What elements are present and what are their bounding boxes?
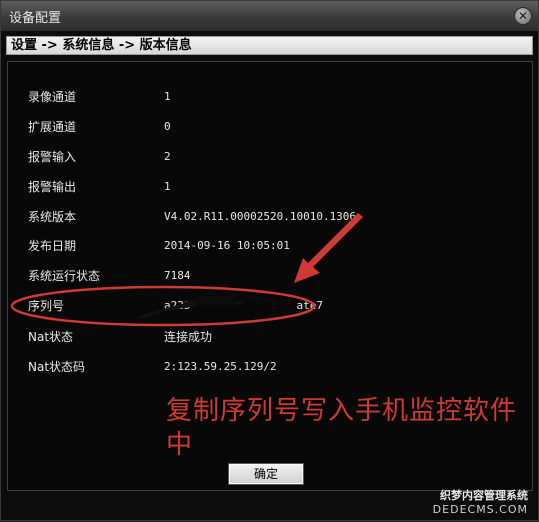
highlight-ellipse bbox=[10, 285, 316, 327]
pointer-arrow bbox=[294, 213, 363, 283]
annotation-overlay bbox=[10, 213, 363, 327]
redaction-block bbox=[197, 296, 235, 306]
settings-dialog: 设备配置 ✕ 设置 -> 系统信息 -> 版本信息 录像通道 1 扩展通道 0 … bbox=[0, 0, 539, 521]
